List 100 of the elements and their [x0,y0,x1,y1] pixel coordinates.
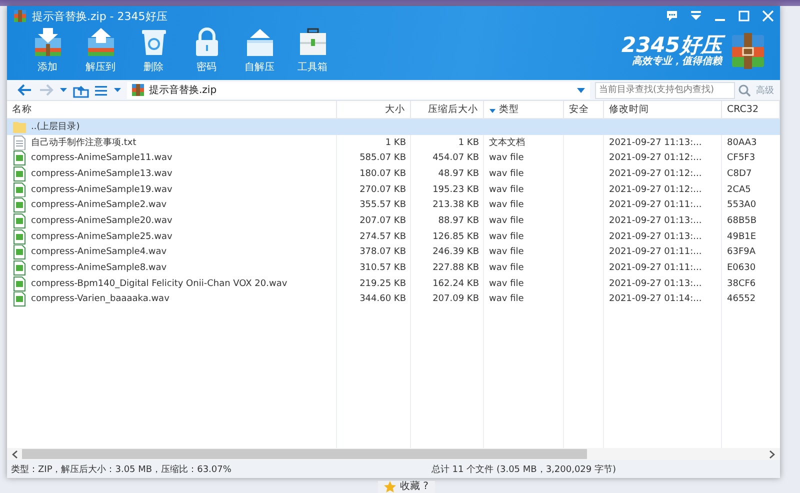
star-icon [384,481,396,493]
table-cell: 454.07 KB [432,153,479,164]
brand-slogan: 高效专业，值得信赖 [632,56,722,68]
table-cell: wav file [489,184,524,195]
audio-file-icon [12,213,27,229]
table-cell: 553A0 [727,200,756,210]
toolbar-button[interactable]: 添加 [21,26,74,74]
table-cell: 274.57 KB [360,232,406,242]
table-cell: wav file [489,200,524,210]
column-header[interactable]: CRC32 [722,101,780,118]
table-cell: 195.23 KB [432,184,479,195]
scroll-left-icon[interactable] [12,450,18,458]
file-total: 总计 11 个文件 (3.05 MB，3,200,029 字节) [431,464,616,476]
table-cell: 180.07 KB [360,168,406,179]
table-cell: 344.60 KB [360,294,406,304]
table-cell: 46552 [727,294,756,304]
archive-icon [13,9,27,23]
table-cell: 2021-09-27 01:12:... [609,184,702,195]
audio-file-icon [12,260,27,276]
table-cell: wav file [489,153,524,164]
table-cell: 63F9A [727,247,756,258]
table-cell: 2021-09-27 01:11:... [609,263,702,274]
table-cell: 38CF6 [727,278,756,289]
table-cell: wav file [489,278,524,289]
file-name[interactable]: compress-AnimeSample25.wav [31,232,172,242]
table-cell: 219.25 KB [360,278,406,289]
file-name[interactable]: ..(上层目录) [31,120,80,134]
caret-icon[interactable] [59,86,68,94]
file-name[interactable]: compress-AnimeSample19.wav [31,184,172,195]
column-header[interactable]: 安全 [564,101,604,118]
table-cell: 2021-09-27 01:13:... [609,216,702,226]
scrollbar-thumb[interactable] [22,449,587,459]
table-cell: 355.57 KB [360,200,406,210]
column-header[interactable]: 修改时间 [604,101,722,118]
table-cell: 2021-09-27 01:11:... [609,200,702,210]
file-name[interactable]: compress-AnimeSample2.wav [31,200,167,210]
path-field[interactable]: 提示音替换.zip [127,82,590,98]
table-cell: E0630 [727,263,756,274]
file-name[interactable]: compress-Varien_baaaaka.wav [31,294,170,304]
table-cell: wav file [489,168,524,179]
audio-file-icon [12,276,27,292]
close-icon[interactable] [762,10,774,22]
dropdown-menu-icon[interactable] [690,10,702,22]
audio-file-icon [12,197,27,214]
audio-file-icon [12,150,27,166]
back-arrow-icon[interactable] [17,83,33,97]
feedback-icon[interactable] [666,10,678,22]
toolbar-button[interactable]: 密码 [180,26,233,74]
file-name[interactable]: 自己动手制作注意事项.txt [31,136,136,150]
table-cell: 2021-09-27 01:13:... [609,232,702,242]
scroll-right-icon[interactable] [769,450,775,458]
audio-file-icon [12,244,27,260]
table-cell: C8D7 [727,168,752,179]
table-cell: 2021-09-27 01:13:... [609,278,702,289]
file-name[interactable]: compress-AnimeSample4.wav [31,247,167,258]
table-cell: wav file [489,232,524,242]
selected-row[interactable]: ..(上层目录) [7,119,780,135]
toolbar-button[interactable]: 删除 [127,26,180,74]
maximize-icon[interactable] [738,10,750,22]
table-cell: 213.38 KB [432,200,479,210]
table-cell: 80AA3 [727,138,757,148]
table-cell: 2021-09-27 01:14:... [609,294,702,304]
table-cell: wav file [489,294,524,304]
audio-file-icon [12,166,27,182]
table-cell: 2021-09-27 11:13:... [609,138,702,148]
column-header[interactable]: 大小 [337,101,411,118]
table-cell: 68B5B [727,216,757,226]
table-cell: 227.88 KB [432,263,479,274]
search-icon[interactable] [738,84,751,96]
file-name[interactable]: compress-AnimeSample11.wav [31,153,172,164]
file-name[interactable]: compress-Bpm140_Digital Felicity Onii-Chan VOX 20.wav [31,278,288,289]
table-cell: 1 KB [385,138,406,148]
text-file-icon [12,134,27,150]
table-cell: 48.97 KB [438,168,479,179]
table-cell: 378.07 KB [360,247,406,258]
table-cell: 126.85 KB [432,232,479,242]
table-cell: wav file [489,247,524,258]
audio-file-icon [12,182,27,198]
table-cell: 2021-09-27 01:12:... [609,168,702,179]
column-header[interactable]: 名称 [7,101,337,118]
table-cell: 49B1E [727,232,756,242]
audio-file-icon [12,292,27,308]
column-header[interactable]: 压缩后大小 [411,101,484,118]
archive-logo-icon [730,32,766,70]
table-cell: 246.39 KB [432,247,479,258]
table-cell: 2021-09-27 01:11:... [609,247,702,258]
toolbar-button[interactable]: 解压到 [74,26,127,74]
table-cell: 1 KB [458,138,479,148]
table-cell: 2CA5 [727,184,751,195]
search-field[interactable]: 当前目录查找(支持包内查找) [595,82,735,98]
file-name[interactable]: compress-AnimeSample8.wav [31,263,167,274]
table-cell: 2021-09-27 01:12:... [609,153,702,164]
table-cell: 585.07 KB [360,153,406,164]
audio-file-icon [12,228,27,244]
caret-icon[interactable] [113,86,122,94]
file-name[interactable]: compress-AnimeSample20.wav [31,216,172,226]
file-name[interactable]: compress-AnimeSample13.wav [31,168,172,179]
column-header[interactable]: 类型 [484,101,564,118]
caret-icon[interactable] [576,86,586,94]
view-list-icon[interactable] [94,84,108,96]
